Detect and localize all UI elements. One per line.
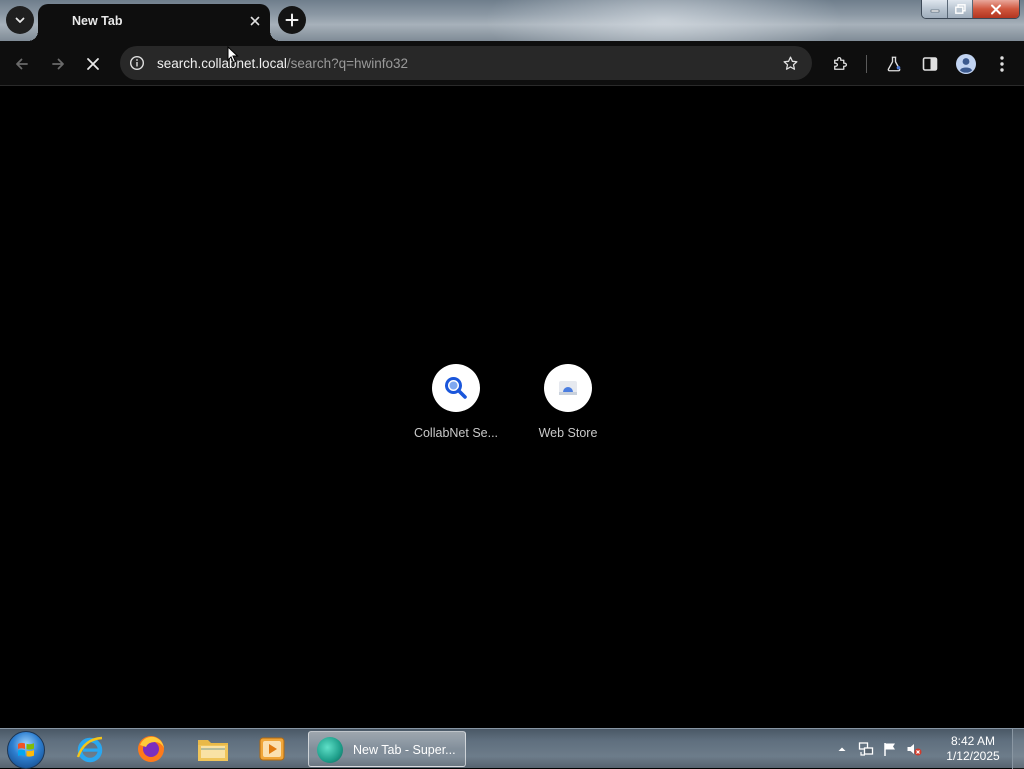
close-icon xyxy=(991,4,1001,14)
window-controls xyxy=(921,0,1020,19)
extensions-button[interactable] xyxy=(826,50,854,78)
url-text[interactable]: search.collabnet.local/search?q=hwinfo32 xyxy=(157,56,408,71)
star-icon xyxy=(782,55,798,70)
shortcut-label: CollabNet Se... xyxy=(413,426,499,440)
site-info-button[interactable] xyxy=(128,54,146,72)
windows-logo-icon xyxy=(18,742,34,757)
search-icon xyxy=(445,377,467,399)
start-button[interactable] xyxy=(7,731,45,769)
side-panel-button[interactable] xyxy=(916,50,944,78)
window-close-button[interactable] xyxy=(973,0,1019,18)
media-player-icon xyxy=(259,737,285,761)
kebab-menu-icon xyxy=(1000,56,1004,72)
tab-strip: New Tab xyxy=(0,0,1024,41)
arrow-right-icon xyxy=(52,58,64,70)
profile-button[interactable] xyxy=(952,50,980,78)
url-host: search.collabnet.local xyxy=(157,56,287,71)
file-explorer-icon xyxy=(198,740,228,761)
shortcut-label: Web Store xyxy=(538,426,598,440)
shortcut-web-store[interactable]: Web Store xyxy=(518,364,618,454)
show-desktop-button[interactable] xyxy=(1012,729,1024,769)
puzzle-icon xyxy=(834,57,847,70)
info-icon xyxy=(129,55,145,71)
show-hidden-icons-icon xyxy=(838,747,846,751)
taskbar-internet-explorer[interactable] xyxy=(66,731,114,767)
internet-explorer-icon xyxy=(76,736,103,763)
bookmark-star-button[interactable] xyxy=(780,53,800,73)
forward-button[interactable] xyxy=(44,50,72,78)
shortcut-icon-circle xyxy=(544,364,592,412)
chrome-labs-button[interactable] xyxy=(880,50,908,78)
network-status-button[interactable] xyxy=(858,741,874,757)
side-panel-icon xyxy=(922,57,938,71)
browser-menu-button[interactable] xyxy=(988,50,1016,78)
taskbar-media-player[interactable] xyxy=(248,731,296,767)
shortcut-collabnet-search[interactable]: CollabNet Se... xyxy=(406,364,506,454)
shortcut-icon-circle xyxy=(432,364,480,412)
firefox-icon xyxy=(138,736,164,762)
stop-loading-button[interactable] xyxy=(79,50,107,78)
active-task-label: New Tab - Super... xyxy=(353,743,456,757)
taskbar-firefox[interactable] xyxy=(127,731,175,767)
browser-icon xyxy=(317,737,343,763)
action-center-button[interactable] xyxy=(882,741,898,757)
tab-search-button[interactable] xyxy=(6,6,34,34)
close-icon xyxy=(87,58,99,70)
arrow-left-icon xyxy=(16,58,28,70)
action-center-flag-icon xyxy=(884,743,895,756)
toolbar-divider xyxy=(866,55,867,73)
close-icon xyxy=(250,16,260,26)
clock-date: 1/12/2025 xyxy=(946,749,1000,763)
new-tab-page: CollabNet Se... Web Store xyxy=(0,87,1024,728)
minimize-icon xyxy=(930,9,939,13)
new-tab-button[interactable] xyxy=(278,6,306,34)
restore-icon xyxy=(954,4,966,14)
speaker-muted-icon xyxy=(907,744,922,756)
volume-button[interactable] xyxy=(906,741,922,757)
network-icon xyxy=(858,742,874,756)
taskbar-active-browser-window[interactable]: New Tab - Super... xyxy=(308,731,466,767)
plus-icon xyxy=(285,13,299,27)
system-tray: 8:42 AM 1/12/2025 xyxy=(834,729,1024,769)
minimize-button[interactable] xyxy=(922,0,948,18)
address-bar[interactable]: search.collabnet.local/search?q=hwinfo32 xyxy=(120,46,812,80)
taskbar-file-explorer[interactable] xyxy=(189,731,237,767)
tab-title: New Tab xyxy=(72,14,123,28)
windows-taskbar: New Tab - Super... 8:42 AM 1/12/2025 xyxy=(0,728,1024,769)
chevron-down-icon xyxy=(15,17,25,23)
back-button[interactable] xyxy=(8,50,36,78)
system-clock[interactable]: 8:42 AM 1/12/2025 xyxy=(938,734,1008,764)
show-hidden-icons-button[interactable] xyxy=(834,741,850,757)
web-store-icon xyxy=(559,381,577,395)
person-icon xyxy=(956,54,976,74)
restore-button[interactable] xyxy=(948,0,973,18)
tab-close-button[interactable] xyxy=(246,12,264,30)
browser-toolbar: search.collabnet.local/search?q=hwinfo32 xyxy=(0,41,1024,86)
flask-icon xyxy=(887,56,901,72)
clock-time: 8:42 AM xyxy=(950,734,996,748)
mouse-cursor-icon xyxy=(227,46,239,64)
tab-new-tab[interactable]: New Tab xyxy=(28,4,280,41)
url-path: /search?q=hwinfo32 xyxy=(286,56,409,71)
